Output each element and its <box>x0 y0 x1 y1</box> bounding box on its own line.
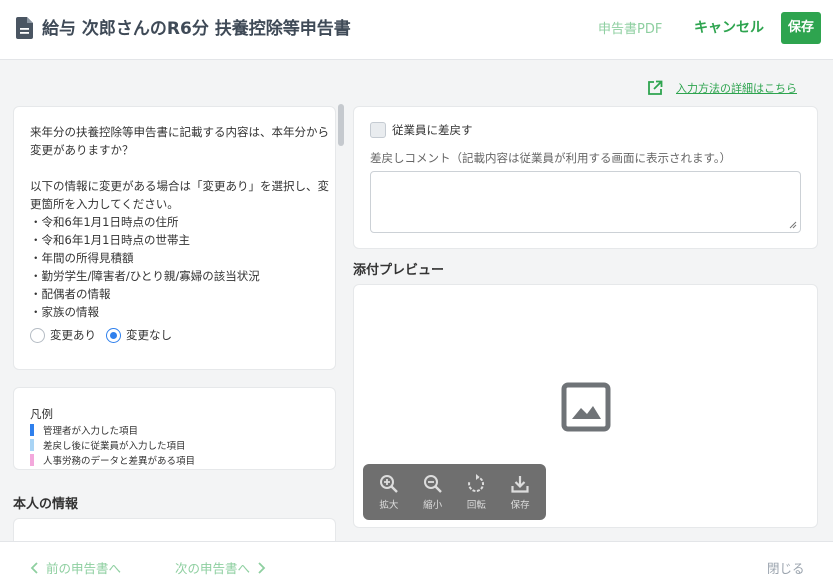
radio-change-yes[interactable]: 変更あり <box>30 327 96 343</box>
legend-card: 凡例 管理者が入力した項目 差戻し後に従業員が入力した項目 人事労務のデータと差… <box>13 387 336 470</box>
image-placeholder-icon <box>561 382 611 432</box>
scrollbar-thumb[interactable] <box>338 104 344 146</box>
footer-bar: 前の申告書へ 次の申告書へ 閉じる <box>0 541 833 588</box>
legend-item: 管理者が入力した項目 <box>30 423 138 437</box>
legend-color-bar <box>30 439 34 451</box>
legend-item: 差戻し後に従業員が入力した項目 <box>30 438 186 452</box>
external-link-icon <box>648 80 663 95</box>
preview-toolbar: 拡大 縮小 回転 保存 <box>363 464 546 520</box>
return-panel: 従業員に差戻す 差戻しコメント（記載内容は従業員が利用する画面に表示されます。） <box>353 106 818 249</box>
preview-title: 添付プレビュー <box>353 263 445 278</box>
cancel-button[interactable]: キャンセル <box>694 17 764 37</box>
return-checkbox[interactable]: 従業員に差戻す <box>370 122 473 138</box>
rotate-icon <box>468 473 485 492</box>
rotate-button[interactable]: 回転 <box>456 473 496 511</box>
zoom-out-icon <box>423 474 442 493</box>
question-item: ・家族の情報 <box>30 305 99 319</box>
change-question-card: 来年分の扶養控除等申告書に記載する内容は、本年分から変更がありますか？ 以下の情… <box>13 106 336 370</box>
prev-form-label: 前の申告書へ <box>46 561 122 576</box>
legend-item: 人事労務のデータと差異がある項目 <box>30 453 195 467</box>
legend-color-bar <box>30 424 34 436</box>
section-title-self: 本人の情報 <box>13 497 79 512</box>
checkbox-box <box>370 122 386 138</box>
question-item: ・令和6年1月1日時点の世帯主 <box>30 233 190 247</box>
question-item: ・令和6年1月1日時点の住所 <box>30 215 179 229</box>
question-instruction: 以下の情報に変更がある場合は「変更あり」を選択し、変更箇所を入力してください。 <box>30 179 329 211</box>
legend-label: 管理者が入力した項目 <box>43 426 139 437</box>
zoom-in-button[interactable]: 拡大 <box>369 474 409 511</box>
radio-label: 変更なし <box>126 328 172 342</box>
question-item: ・配偶者の情報 <box>30 287 111 301</box>
legend-color-bar <box>30 454 34 466</box>
prev-form-link[interactable]: 前の申告書へ <box>30 558 121 577</box>
document-icon <box>16 17 33 39</box>
radio-change-no[interactable]: 変更なし <box>106 327 172 343</box>
question-item: ・勤労学生/障害者/ひとり親/寡婦の該当状況 <box>30 269 260 283</box>
pdf-button[interactable]: 申告書PDF <box>598 18 662 37</box>
close-button[interactable]: 閉じる <box>767 558 805 577</box>
download-button[interactable]: 保存 <box>500 474 540 511</box>
legend-label: 人事労務のデータと差異がある項目 <box>43 456 196 467</box>
comment-textarea[interactable] <box>370 171 801 233</box>
help-link-label: 入力方法の詳細はこちら <box>676 82 797 95</box>
comment-label: 差戻しコメント（記載内容は従業員が利用する画面に表示されます。） <box>370 151 732 165</box>
radio-label: 変更あり <box>50 328 96 342</box>
header-bar: 給与 次郎さんのR6分 扶養控除等申告書 申告書PDF キャンセル 保存 <box>0 0 833 60</box>
page-title: 給与 次郎さんのR6分 扶養控除等申告書 <box>42 19 351 39</box>
next-form-link[interactable]: 次の申告書へ <box>175 558 266 577</box>
attachment-preview: 拡大 縮小 回転 保存 <box>353 284 818 528</box>
checkbox-label: 従業員に差戻す <box>392 123 473 137</box>
save-button[interactable]: 保存 <box>781 12 821 44</box>
zoom-out-button[interactable]: 縮小 <box>413 474 453 511</box>
radio-circle <box>30 327 45 343</box>
tool-label: 保存 <box>510 499 530 511</box>
help-link[interactable]: 入力方法の詳細はこちら <box>647 80 797 96</box>
change-radio-group: 変更あり 変更なし <box>30 327 182 343</box>
legend-label: 差戻し後に従業員が入力した項目 <box>43 441 186 452</box>
tool-label: 回転 <box>466 499 486 511</box>
download-icon <box>511 475 529 493</box>
resize-grip-icon[interactable] <box>789 221 797 229</box>
radio-circle-selected <box>106 327 121 343</box>
legend-title: 凡例 <box>30 407 53 421</box>
question-line: 来年分の扶養控除等申告書に記載する内容は、本年分から変更がありますか？ <box>30 125 329 157</box>
chevron-right-icon <box>258 561 266 574</box>
tool-label: 縮小 <box>423 499 443 511</box>
question-item: ・年間の所得見積額 <box>30 251 134 265</box>
chevron-left-icon <box>30 561 38 574</box>
next-form-label: 次の申告書へ <box>175 561 251 576</box>
question-text: 来年分の扶養控除等申告書に記載する内容は、本年分から変更がありますか？ 以下の情… <box>30 123 330 321</box>
zoom-in-icon <box>379 474 398 493</box>
tool-label: 拡大 <box>379 499 399 511</box>
